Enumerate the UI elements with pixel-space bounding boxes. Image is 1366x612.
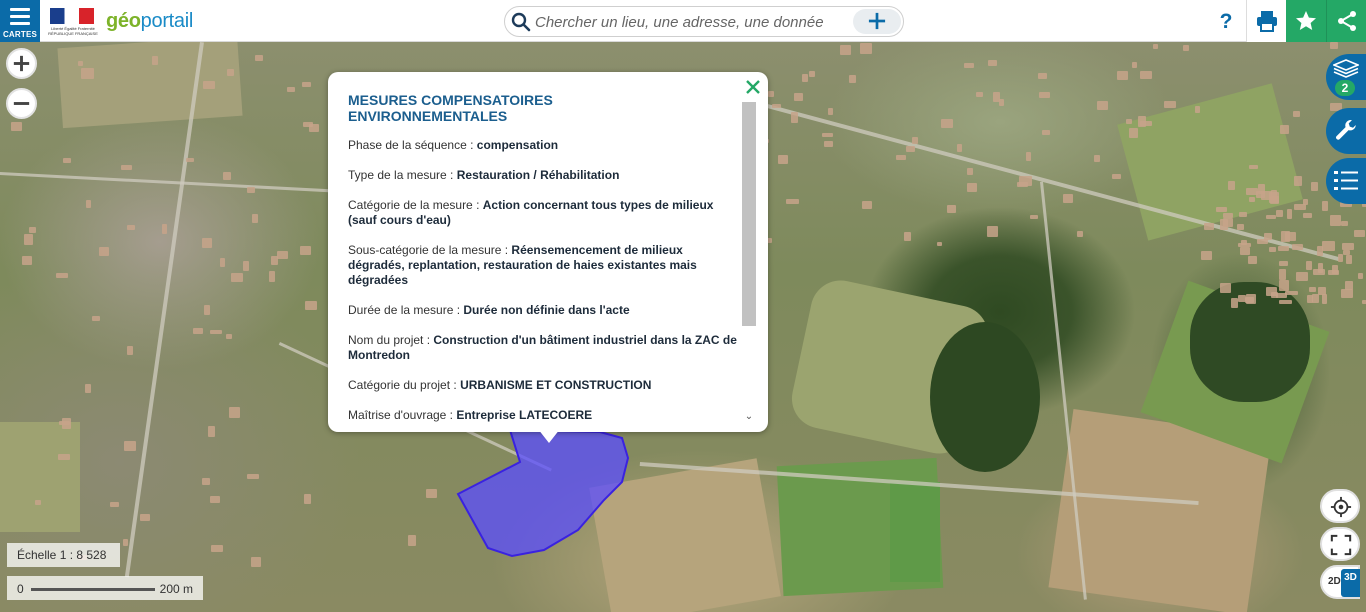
menu-icon	[10, 8, 30, 29]
share-icon	[1338, 11, 1356, 31]
scale-ratio: Échelle 1 : 8 528	[7, 543, 120, 567]
share-button[interactable]	[1326, 0, 1366, 42]
cartes-menu-button[interactable]: CARTES	[0, 0, 40, 42]
print-button[interactable]	[1246, 0, 1286, 42]
view-2d-3d-toggle[interactable]: 2D 3D	[1320, 565, 1360, 599]
popup-field: Nom du projet : Construction d'un bâtime…	[348, 333, 742, 363]
advanced-search-button[interactable]	[853, 9, 901, 34]
favorites-button[interactable]	[1286, 0, 1326, 42]
scale-bar: 0 200 m	[7, 576, 203, 600]
popup-field-label: Maîtrise d'ouvrage :	[348, 408, 457, 422]
geoportail-logo[interactable]: géoportail	[106, 10, 193, 33]
popup-field-value: Restauration / Réhabilitation	[456, 168, 620, 182]
marianne-icon	[50, 8, 94, 24]
popup-field-label: Catégorie de la mesure :	[348, 198, 483, 212]
popup-title: MESURES COMPENSATOIRES ENVIRONNEMENTALES	[348, 92, 553, 124]
tools-button[interactable]	[1326, 108, 1366, 154]
scrollbar-thumb[interactable]	[742, 102, 756, 326]
popup-field-label: Type de la mesure :	[348, 168, 457, 182]
compensation-area-polygon[interactable]	[456, 428, 630, 558]
scroll-down-icon[interactable]: ⌄	[742, 410, 756, 424]
fullscreen-button[interactable]	[1320, 527, 1360, 561]
popup-fields: Phase de la séquence : compensation Type …	[348, 138, 742, 422]
star-icon	[1296, 11, 1316, 30]
minus-icon	[13, 102, 30, 105]
mode-2d-label: 2D	[1328, 576, 1341, 587]
layer-count-badge: 2	[1335, 80, 1355, 96]
zoom-in-button[interactable]	[6, 48, 37, 79]
list-icon	[1334, 171, 1358, 190]
top-bar: CARTES Liberté Égalité Fraternité RÉPUBL…	[0, 0, 1366, 42]
catalog-list-button[interactable]	[1326, 158, 1366, 204]
republique-francaise-logo[interactable]: Liberté Égalité Fraternité RÉPUBLIQUE FR…	[48, 6, 98, 36]
popup-field: Sous-catégorie de la mesure : Réensemenc…	[348, 243, 742, 288]
plus-icon	[13, 55, 30, 72]
search-bar	[504, 6, 904, 37]
scale-bar-start: 0	[17, 582, 24, 596]
search-icon[interactable]	[511, 12, 531, 32]
search-input[interactable]	[535, 11, 845, 33]
popup-field: Phase de la séquence : compensation	[348, 138, 742, 153]
printer-icon	[1257, 11, 1277, 32]
plus-icon	[868, 12, 886, 30]
popup-field-label: Catégorie du projet :	[348, 378, 461, 392]
popup-field-label: Phase de la séquence :	[348, 138, 477, 152]
popup-field-value: Durée non définie dans l'acte	[463, 303, 630, 317]
fullscreen-icon	[1330, 534, 1352, 556]
help-button[interactable]: ?	[1212, 8, 1240, 36]
popup-field: Maîtrise d'ouvrage : Entreprise LATECOER…	[348, 408, 742, 422]
scale-bar-end: 200 m	[159, 582, 193, 596]
geolocate-button[interactable]	[1320, 489, 1360, 523]
logo-part-portail: portail	[140, 10, 194, 32]
popup-field-value: compensation	[476, 138, 559, 152]
crosshair-icon	[1330, 496, 1352, 518]
feature-info-popup: MESURES COMPENSATOIRES ENVIRONNEMENTALES…	[328, 72, 768, 443]
popup-field: Durée de la mesure : Durée non définie d…	[348, 303, 742, 318]
republic-text: Liberté Égalité Fraternité RÉPUBLIQUE FR…	[48, 26, 98, 36]
popup-content[interactable]: MESURES COMPENSATOIRES ENVIRONNEMENTALES…	[348, 92, 742, 422]
zoom-out-button[interactable]	[6, 88, 37, 119]
logo-part-geo: géo	[106, 10, 141, 32]
popup-field-label: Durée de la mesure :	[348, 303, 464, 317]
popup-field: Type de la mesure : Restauration / Réhab…	[348, 168, 742, 183]
scale-bar-line	[31, 588, 155, 591]
popup-pointer	[538, 429, 560, 443]
cartes-label: CARTES	[2, 30, 38, 39]
popup-scrollbar[interactable]: ⌄	[742, 102, 756, 424]
wrench-icon	[1336, 120, 1356, 140]
popup-field: Catégorie de la mesure : Action concerna…	[348, 198, 742, 228]
layers-icon	[1333, 59, 1359, 78]
close-icon[interactable]	[744, 78, 762, 96]
popup-field-value: Entreprise LATECOERE	[456, 408, 593, 422]
mode-3d-label: 3D	[1341, 569, 1360, 597]
popup-field-label: Sous-catégorie de la mesure :	[348, 243, 512, 257]
popup-field-value: URBANISME ET CONSTRUCTION	[460, 378, 652, 392]
popup-field-label: Nom du projet :	[348, 333, 434, 347]
popup-field: Catégorie du projet : URBANISME ET CONST…	[348, 378, 742, 393]
